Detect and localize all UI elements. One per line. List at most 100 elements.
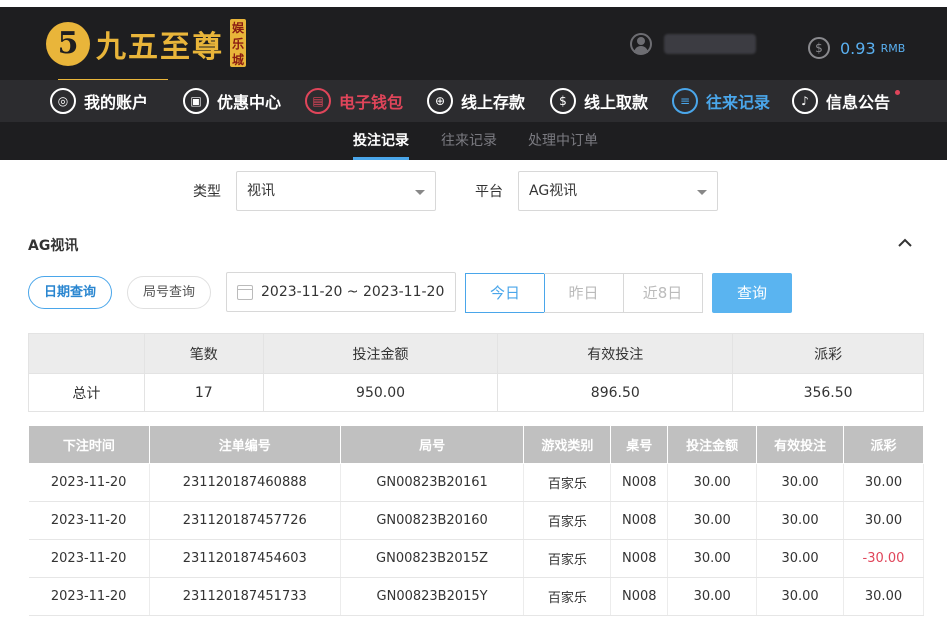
filter-row: 类型 视讯 平台 AG视讯: [0, 171, 947, 211]
nav-item-wallet[interactable]: ▤ 电子钱包: [305, 80, 403, 122]
summary-header: 派彩: [732, 333, 924, 374]
summary-header: 投注金额: [262, 333, 499, 374]
nav-item-promotions[interactable]: ▣ 优惠中心: [183, 80, 281, 122]
summary-cell: 17: [143, 373, 264, 412]
type-select-value: 视讯: [247, 183, 275, 199]
bet-time: 2023-11-20: [28, 577, 150, 616]
summary-cell: 356.50: [732, 373, 924, 412]
summary-cell: 总计: [28, 373, 145, 412]
tab-transactions[interactable]: 往来记录: [441, 122, 497, 160]
nav-item-label: 线上存款: [461, 93, 526, 112]
nav-item-label: 信息公告: [826, 93, 891, 112]
top-strip: [0, 0, 947, 7]
summary-row: 总计 17 950.00 896.50 356.50: [28, 373, 924, 412]
balance-currency: RMB: [880, 41, 906, 55]
summary-table: 笔数 投注金额 有效投注 派彩 总计 17 950.00 896.50 356.…: [28, 333, 924, 412]
records-icon: ≡: [672, 88, 698, 114]
brand-name: 九五至尊: [96, 30, 224, 65]
platform-label: 平台: [475, 184, 503, 200]
nav-item-deposit[interactable]: ⊕ 线上存款: [427, 80, 525, 122]
brand-badge: 娱乐城: [230, 19, 246, 67]
nav-item-announcements[interactable]: ♪ 信息公告: [792, 80, 901, 122]
tab-pending-orders[interactable]: 处理中订单: [528, 122, 598, 160]
user-avatar-icon: [630, 33, 652, 55]
date-query-button[interactable]: 日期查询: [28, 276, 112, 309]
game-type: 百家乐: [523, 577, 612, 616]
column-header: 下注时间: [28, 425, 150, 464]
column-header: 游戏类别: [523, 425, 612, 464]
date-range-value: 2023-11-20 ~ 2023-11-20: [261, 284, 445, 300]
balance[interactable]: $ 0.93 RMB: [808, 37, 905, 59]
round-id: GN00823B2015Z: [340, 539, 525, 578]
tab-bet-records[interactable]: 投注记录: [353, 122, 409, 160]
bet-detail-table: 下注时间 注单编号 局号 游戏类别 桌号 投注金额 有效投注 派彩 2023-1…: [28, 425, 924, 616]
section-title: AG视讯: [28, 238, 79, 254]
table-row[interactable]: 2023-11-20 231120187460888 GN00823B20161…: [28, 463, 924, 502]
header: 5 九五至尊 娱乐城 $ 0.93 RMB: [0, 7, 947, 81]
bet-time: 2023-11-20: [28, 463, 150, 502]
platform-select-value: AG视讯: [529, 183, 578, 199]
balance-value: 0.93: [840, 38, 876, 58]
today-button[interactable]: 今日: [465, 273, 545, 313]
brand-logo[interactable]: 5 九五至尊: [46, 19, 224, 81]
column-header: 有效投注: [756, 425, 845, 464]
user-area[interactable]: [630, 33, 756, 55]
game-type: 百家乐: [523, 501, 612, 540]
table-row[interactable]: 2023-11-20 231120187451733 GN00823B2015Y…: [28, 577, 924, 616]
table-no: N008: [610, 577, 669, 616]
table-row[interactable]: 2023-11-20 231120187454603 GN00823B2015Z…: [28, 539, 924, 578]
round-id: GN00823B20161: [340, 463, 525, 502]
table-row[interactable]: 2023-11-20 231120187457726 GN00823B20160…: [28, 501, 924, 540]
dollar-coin-icon: $: [808, 37, 830, 59]
summary-cell: 896.50: [497, 373, 734, 412]
column-header: 投注金额: [667, 425, 758, 464]
payout: 30.00: [843, 463, 924, 502]
sub-nav: 投注记录 往来记录 处理中订单: [0, 122, 947, 160]
bet-id: 231120187460888: [149, 463, 341, 502]
nav-item-account[interactable]: ◎ 我的账户: [50, 80, 148, 122]
bet-amount: 30.00: [667, 577, 758, 616]
nav-item-withdraw[interactable]: $ 线上取款: [550, 80, 648, 122]
deposit-icon: ⊕: [427, 88, 453, 114]
payout: 30.00: [843, 577, 924, 616]
summary-header: 有效投注: [497, 333, 734, 374]
notification-dot: [895, 90, 901, 95]
nav-item-label: 线上取款: [584, 93, 649, 112]
payout: 30.00: [843, 501, 924, 540]
bet-time: 2023-11-20: [28, 539, 150, 578]
round-query-button[interactable]: 局号查询: [127, 276, 211, 309]
platform-select[interactable]: AG视讯: [518, 171, 718, 211]
bet-amount: 30.00: [667, 501, 758, 540]
type-label: 类型: [193, 184, 221, 200]
valid-bet: 30.00: [756, 463, 845, 502]
table-no: N008: [610, 463, 669, 502]
type-select[interactable]: 视讯: [236, 171, 436, 211]
username-redacted: [664, 34, 756, 54]
bet-id: 231120187457726: [149, 501, 341, 540]
detail-header-row: 下注时间 注单编号 局号 游戏类别 桌号 投注金额 有效投注 派彩: [28, 425, 924, 464]
bet-time: 2023-11-20: [28, 501, 150, 540]
nav-item-label: 电子钱包: [339, 93, 404, 112]
chevron-up-icon[interactable]: [898, 236, 912, 250]
last-8-days-button[interactable]: 近8日: [623, 273, 703, 313]
game-type: 百家乐: [523, 539, 612, 578]
brand-mark: 5: [46, 22, 90, 66]
valid-bet: 30.00: [756, 577, 845, 616]
bet-id: 231120187451733: [149, 577, 341, 616]
withdraw-icon: $: [550, 88, 576, 114]
search-button[interactable]: 查询: [712, 273, 792, 313]
game-type: 百家乐: [523, 463, 612, 502]
date-range-input[interactable]: 2023-11-20 ~ 2023-11-20: [226, 272, 456, 312]
round-id: GN00823B2015Y: [340, 577, 525, 616]
bell-icon: ♪: [792, 88, 818, 114]
user-circle-icon: ◎: [50, 88, 76, 114]
calendar-icon: [237, 285, 253, 300]
table-no: N008: [610, 539, 669, 578]
column-header: 注单编号: [148, 425, 341, 464]
nav-item-records[interactable]: ≡ 往来记录: [672, 80, 770, 122]
chevron-down-icon: [697, 190, 707, 195]
nav-item-label: 往来记录: [706, 93, 771, 112]
nav-item-label: 我的账户: [84, 93, 149, 112]
yesterday-button[interactable]: 昨日: [544, 273, 624, 313]
gift-icon: ▣: [183, 88, 209, 114]
